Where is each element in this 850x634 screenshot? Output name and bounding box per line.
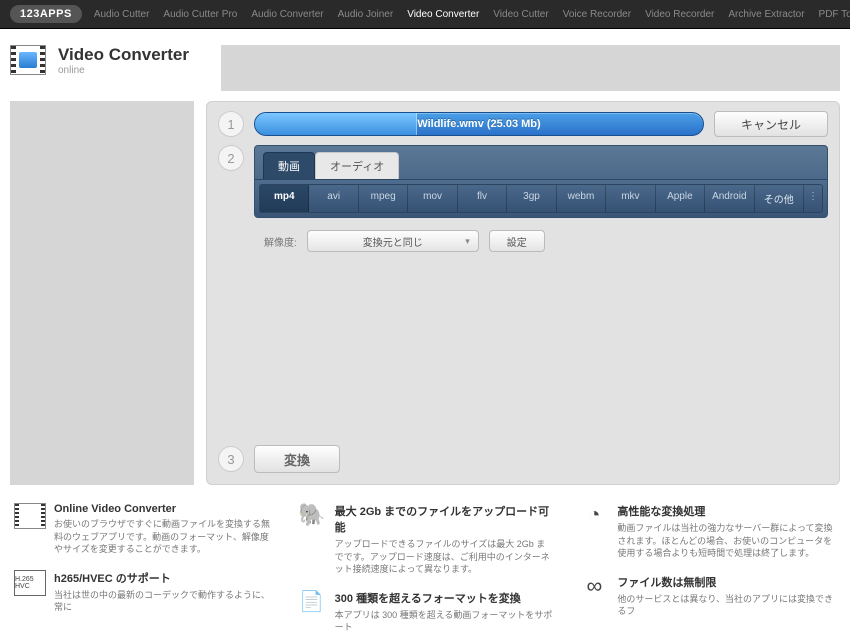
header-row: Video Converter online	[0, 29, 850, 101]
app-logo-icon	[10, 45, 46, 75]
resolution-label: 解像度:	[264, 234, 297, 249]
gauge-icon: ◔	[579, 503, 609, 527]
feature-item: ∞ ファイル数は無制限他のサービスとは異なり、当社のアプリには変換できるフ	[579, 574, 836, 618]
format-panel: 動画 オーディオ mp4avimpegmovflv3gpwebmmkvApple…	[254, 145, 828, 218]
cancel-button[interactable]: キャンセル	[714, 111, 828, 137]
feature-title: h265/HVEC のサポート	[54, 570, 271, 586]
nav-video-cutter[interactable]: Video Cutter	[493, 9, 548, 20]
converter-panel: 1 Wildlife.wmv (25.03 Mb) キャンセル 2 動画 オーデ…	[206, 101, 840, 485]
feature-item: Online Video Converter お使いのブラウザですぐに動画ファイル…	[14, 503, 271, 556]
feature-desc: お使いのブラウザですぐに動画ファイルを変換する無料のウェブアプリです。動画のフォ…	[54, 518, 271, 556]
page-subtitle: online	[58, 65, 189, 76]
feature-item: 📄 300 種類を超えるフォーマットを変換本アプリは 300 種類を超える動画フォ…	[297, 590, 554, 634]
feature-desc: 本アプリは 300 種類を超える動画フォーマットをサポート	[335, 609, 554, 634]
format-avi[interactable]: avi	[309, 185, 358, 212]
step-3-row: 3 変換	[218, 445, 828, 473]
feature-item: ◔ 高性能な変換処理動画ファイルは当社の強力なサーバー群によって変換されます。ほと…	[579, 503, 836, 560]
settings-button[interactable]: 設定	[489, 230, 545, 252]
convert-button[interactable]: 変換	[254, 445, 340, 473]
feature-title: 300 種類を超えるフォーマットを変換	[335, 590, 554, 606]
feature-title: ファイル数は無制限	[617, 574, 836, 590]
step-number-3: 3	[218, 446, 244, 472]
upload-progress: Wildlife.wmv (25.03 Mb)	[254, 112, 704, 136]
step-2-row: 2 動画 オーディオ mp4avimpegmovflv3gpwebmmkvApp…	[218, 145, 828, 218]
step-1-row: 1 Wildlife.wmv (25.03 Mb) キャンセル	[218, 111, 828, 137]
feature-desc: アップロードできるファイルのサイズは最大 2Gb までです。アップロード速度は、…	[335, 538, 554, 576]
format-mpeg[interactable]: mpeg	[359, 185, 408, 212]
feature-desc: 動画ファイルは当社の強力なサーバー群によって変換されます。ほとんどの場合、お使い…	[617, 522, 836, 560]
page-title: Video Converter	[58, 45, 189, 65]
tab-video[interactable]: 動画	[263, 152, 315, 179]
format-more-icon[interactable]: ⋮	[804, 185, 822, 212]
film-icon	[14, 503, 46, 529]
tab-audio[interactable]: オーディオ	[315, 152, 399, 179]
format-android[interactable]: Android	[705, 185, 754, 212]
feature-item: 🐘 最大 2Gb までのファイルをアップロード可能アップロードできるファイルのサイ…	[297, 503, 554, 576]
nav-video-recorder[interactable]: Video Recorder	[645, 9, 714, 20]
features-section: Online Video Converter お使いのブラウザですぐに動画ファイル…	[0, 499, 850, 634]
format-flv[interactable]: flv	[458, 185, 507, 212]
nav-audio-converter[interactable]: Audio Converter	[251, 9, 323, 20]
format-apple[interactable]: Apple	[656, 185, 705, 212]
ad-banner-side	[10, 101, 194, 485]
feature-title: 最大 2Gb までのファイルをアップロード可能	[335, 503, 554, 535]
nav-pdf-tools[interactable]: PDF Tools	[819, 9, 850, 20]
nav-links: Audio Cutter Audio Cutter Pro Audio Conver…	[94, 9, 850, 20]
format-mp4[interactable]: mp4	[260, 185, 309, 212]
format-webm[interactable]: webm	[557, 185, 606, 212]
doc-icon: 📄	[297, 590, 327, 614]
nav-voice-recorder[interactable]: Voice Recorder	[563, 9, 631, 20]
nav-video-converter[interactable]: Video Converter	[407, 9, 479, 20]
nav-audio-joiner[interactable]: Audio Joiner	[338, 9, 394, 20]
resolution-row: 解像度: 変換元と同じ 設定	[218, 226, 828, 252]
top-navbar: 123APPS Audio CutterAudio Cutter ProAudi…	[0, 0, 850, 29]
format-その他[interactable]: その他	[755, 185, 804, 212]
feature-title: 高性能な変換処理	[617, 503, 836, 519]
upload-file-label: Wildlife.wmv (25.03 Mb)	[255, 113, 703, 135]
hvec-icon: H.265 HVC	[14, 570, 46, 596]
feature-item: H.265 HVC h265/HVEC のサポート当社は世の中の最新のコーデックで…	[14, 570, 271, 614]
format-mkv[interactable]: mkv	[606, 185, 655, 212]
feature-desc: 当社は世の中の最新のコーデックで動作するように、常に	[54, 589, 271, 614]
inf-icon: ∞	[579, 574, 609, 598]
format-3gp[interactable]: 3gp	[507, 185, 556, 212]
step-number-1: 1	[218, 111, 244, 137]
format-list: mp4avimpegmovflv3gpwebmmkvAppleAndroidその…	[259, 184, 823, 213]
feature-title: Online Video Converter	[54, 503, 271, 515]
elephant-icon: 🐘	[297, 503, 327, 527]
nav-audio-cutter[interactable]: Audio Cutter	[94, 9, 150, 20]
brand-badge[interactable]: 123APPS	[10, 5, 82, 23]
ad-banner-top	[221, 45, 840, 91]
nav-audio-cutter-pro[interactable]: Audio Cutter Pro	[163, 9, 237, 20]
nav-archive-extractor[interactable]: Archive Extractor	[728, 9, 804, 20]
resolution-dropdown[interactable]: 変換元と同じ	[307, 230, 479, 252]
feature-desc: 他のサービスとは異なり、当社のアプリには変換できるフ	[617, 593, 836, 618]
step-number-2: 2	[218, 145, 244, 171]
format-mov[interactable]: mov	[408, 185, 457, 212]
